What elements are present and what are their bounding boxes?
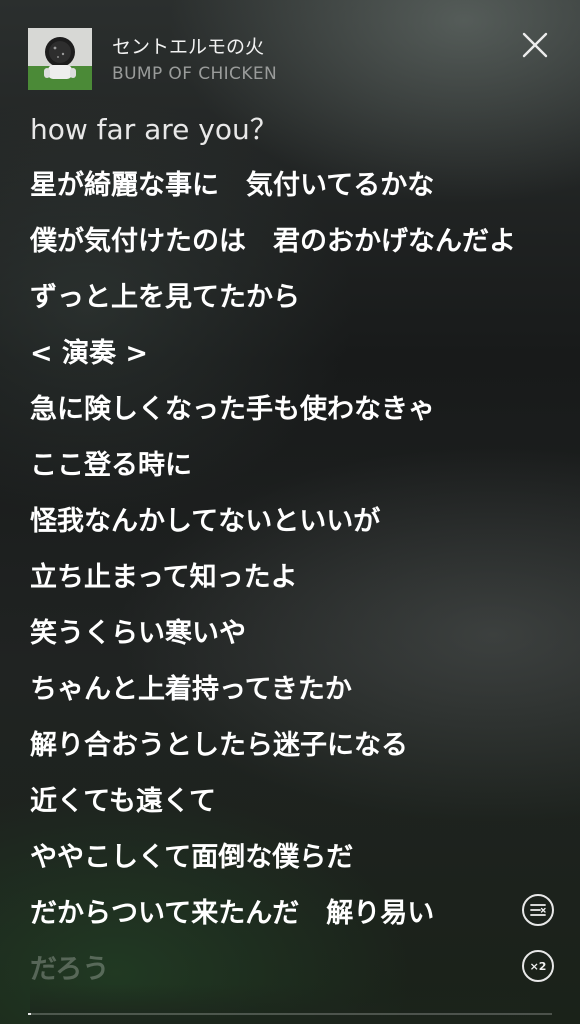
now-playing-header: セントエルモの火 BUMP OF CHICKEN bbox=[28, 28, 560, 92]
close-button[interactable] bbox=[520, 30, 550, 60]
lyric-line[interactable]: 僕が気付けたのは 君のおかげなんだよ bbox=[30, 226, 530, 258]
lyric-line[interactable]: 怪我なんかしてないといいが bbox=[30, 506, 530, 538]
lyric-line[interactable]: ちゃんと上着持ってきたか bbox=[30, 674, 530, 706]
lyric-line[interactable]: だろう bbox=[30, 954, 530, 986]
translate-button[interactable] bbox=[522, 894, 554, 926]
lyric-line[interactable]: 星が綺麗な事に 気付いてるかな bbox=[30, 170, 530, 202]
progress-fill bbox=[28, 1013, 32, 1015]
lyric-line[interactable]: 近くても遠くて bbox=[30, 786, 530, 818]
speed-button[interactable]: ×2 bbox=[522, 950, 554, 982]
lyric-line[interactable]: 立ち止まって知ったよ bbox=[30, 562, 530, 594]
lyric-line[interactable]: だからついて来たんだ 解り易い bbox=[30, 898, 530, 930]
speed-label: ×2 bbox=[529, 959, 547, 973]
song-title: セントエルモの火 bbox=[112, 36, 265, 58]
album-artwork bbox=[28, 28, 92, 90]
lyric-line[interactable]: 急に険しくなった手も使わなきゃ bbox=[30, 394, 530, 426]
lyrics-fade bbox=[30, 984, 530, 1024]
lyrics-translate-icon bbox=[530, 904, 546, 916]
lyric-line[interactable]: < 演奏 > bbox=[30, 338, 530, 370]
lyric-line[interactable]: how far are you？ bbox=[30, 114, 530, 146]
lyric-line[interactable]: 笑うくらい寒いや bbox=[30, 618, 530, 650]
lyrics-list[interactable]: how far are you？ 星が綺麗な事に 気付いてるかな 僕が気付けたの… bbox=[30, 114, 530, 1024]
artist-name: BUMP OF CHICKEN bbox=[112, 64, 278, 84]
lyric-line[interactable]: 解り合おうとしたら迷子になる bbox=[30, 730, 530, 762]
lyric-line[interactable]: ずっと上を見てたから bbox=[30, 282, 530, 314]
progress-bar[interactable] bbox=[28, 1013, 552, 1015]
lyric-line[interactable]: ここ登る時に bbox=[30, 450, 530, 482]
lyric-line[interactable]: ややこしくて面倒な僕らだ bbox=[30, 842, 530, 874]
close-icon bbox=[522, 32, 548, 58]
